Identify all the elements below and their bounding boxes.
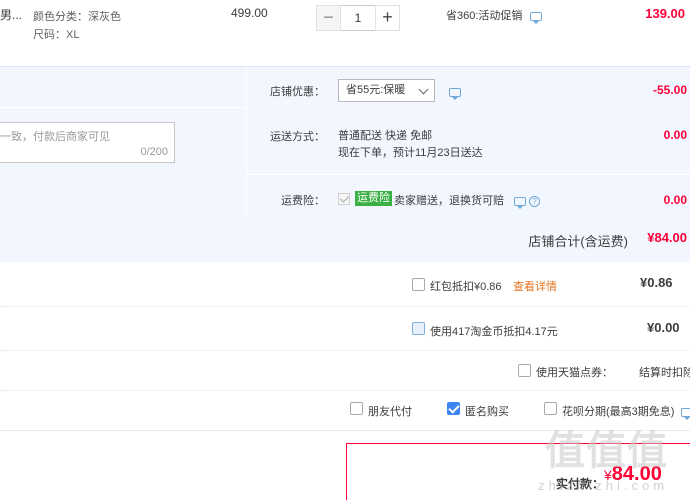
insurance-label: 运费险： [281,195,325,207]
taojinbi-row: 使用417淘金币抵扣4.17元 ¥0.00 [0,307,690,351]
product-color-attr: 颜色分类：深灰色 [33,11,121,23]
chat-icon[interactable] [681,408,690,421]
memo-char-count: 0/200 [140,146,168,158]
shop-discount-select[interactable]: 省55元:保暖 [338,79,435,102]
redpacket-row: 红包抵扣¥0.86 查看详情 ¥0.86 [0,263,690,307]
buyer-memo-textarea[interactable]: 一致，付款后商家可见 0/200 [0,122,175,163]
chevron-down-icon [418,84,429,95]
insurance-amount: 0.00 [663,193,687,207]
shop-discount-label: 店铺优惠： [270,86,325,98]
insurance-badge: 运费险 [355,191,392,206]
redpacket-details-link[interactable]: 查看详情 [513,278,557,294]
redpacket-amount: ¥0.86 [640,275,673,290]
row-total-price: 139.00 [645,6,685,21]
insurance-checkbox [338,193,350,205]
taojinbi-label: 使用417淘金币抵扣4.17元 [430,326,558,338]
redpacket-label: 红包抵扣¥0.86 [430,281,502,293]
unit-price: 499.00 [231,6,268,20]
tmall-points-checkbox[interactable] [518,364,531,377]
chat-icon[interactable] [530,11,543,24]
quantity-plus-button[interactable]: + [375,5,400,31]
product-title[interactable]: 男... [0,6,22,23]
insurance-text: 卖家赠送，退换货可赔 ? [394,192,541,209]
memo-placeholder: 一致，付款后商家可见 [0,131,110,143]
friend-pay-label: 朋友代付 [368,406,412,418]
quantity-minus-button[interactable]: − [316,5,341,31]
promo-info: 省360:活动促销 [446,7,543,24]
shop-discount-amount: -55.00 [652,83,687,97]
shop-total-label: 店铺合计(含运费) [528,234,628,249]
tmall-points-row: 使用天猫点券： 结算时扣除 [0,351,690,391]
chat-icon[interactable] [514,196,527,209]
help-icon[interactable]: ? [529,195,541,207]
quantity-stepper: − 1 + [316,5,400,31]
anonymous-checkbox[interactable] [447,402,460,415]
shipping-method: 普通配送 快递 免邮 [338,130,433,142]
shipping-eta: 现在下单，预计11月23日送达 [338,147,483,159]
divider [247,174,690,175]
taojinbi-checkbox[interactable] [412,322,425,335]
divider [0,107,246,108]
shop-total-amount: ¥84.00 [647,230,687,245]
product-size-attr: 尺码：XL [33,29,80,41]
huabei-checkbox[interactable] [544,402,557,415]
shop-summary: 一致，付款后商家可见 0/200 店铺优惠： 省55元:保暖 -55.00 运送… [0,66,690,262]
product-row: 男... 颜色分类：深灰色 尺码：XL 499.00 − 1 + 省360:活动… [0,0,690,66]
tmall-points-label: 使用天猫点券： [536,367,613,379]
watermark-site: zhizhizhi.com [538,478,669,493]
shipping-amount: 0.00 [663,128,687,142]
shipping-info: 普通配送 快递 免邮 现在下单，预计11月23日送达 [338,128,483,162]
promo-text: 省360:活动促销 [446,10,523,22]
redpacket-checkbox[interactable] [412,278,425,291]
tmall-points-note: 结算时扣除 [639,367,690,379]
watermark-logo: 值值值 [545,429,668,473]
friend-pay-checkbox[interactable] [350,402,363,415]
shop-discount-selected: 省55元:保暖 [346,84,406,96]
divider [246,67,247,217]
quantity-input[interactable]: 1 [341,5,375,31]
shipping-label: 运送方式： [270,131,325,143]
chat-icon[interactable] [449,88,461,101]
huabei-label: 花呗分期(最高3期免息) [562,406,675,418]
insurance-text-label: 卖家赠送，退换货可赔 [394,195,504,207]
anonymous-label: 匿名购买 [465,406,509,418]
taojinbi-amount: ¥0.00 [647,320,680,335]
